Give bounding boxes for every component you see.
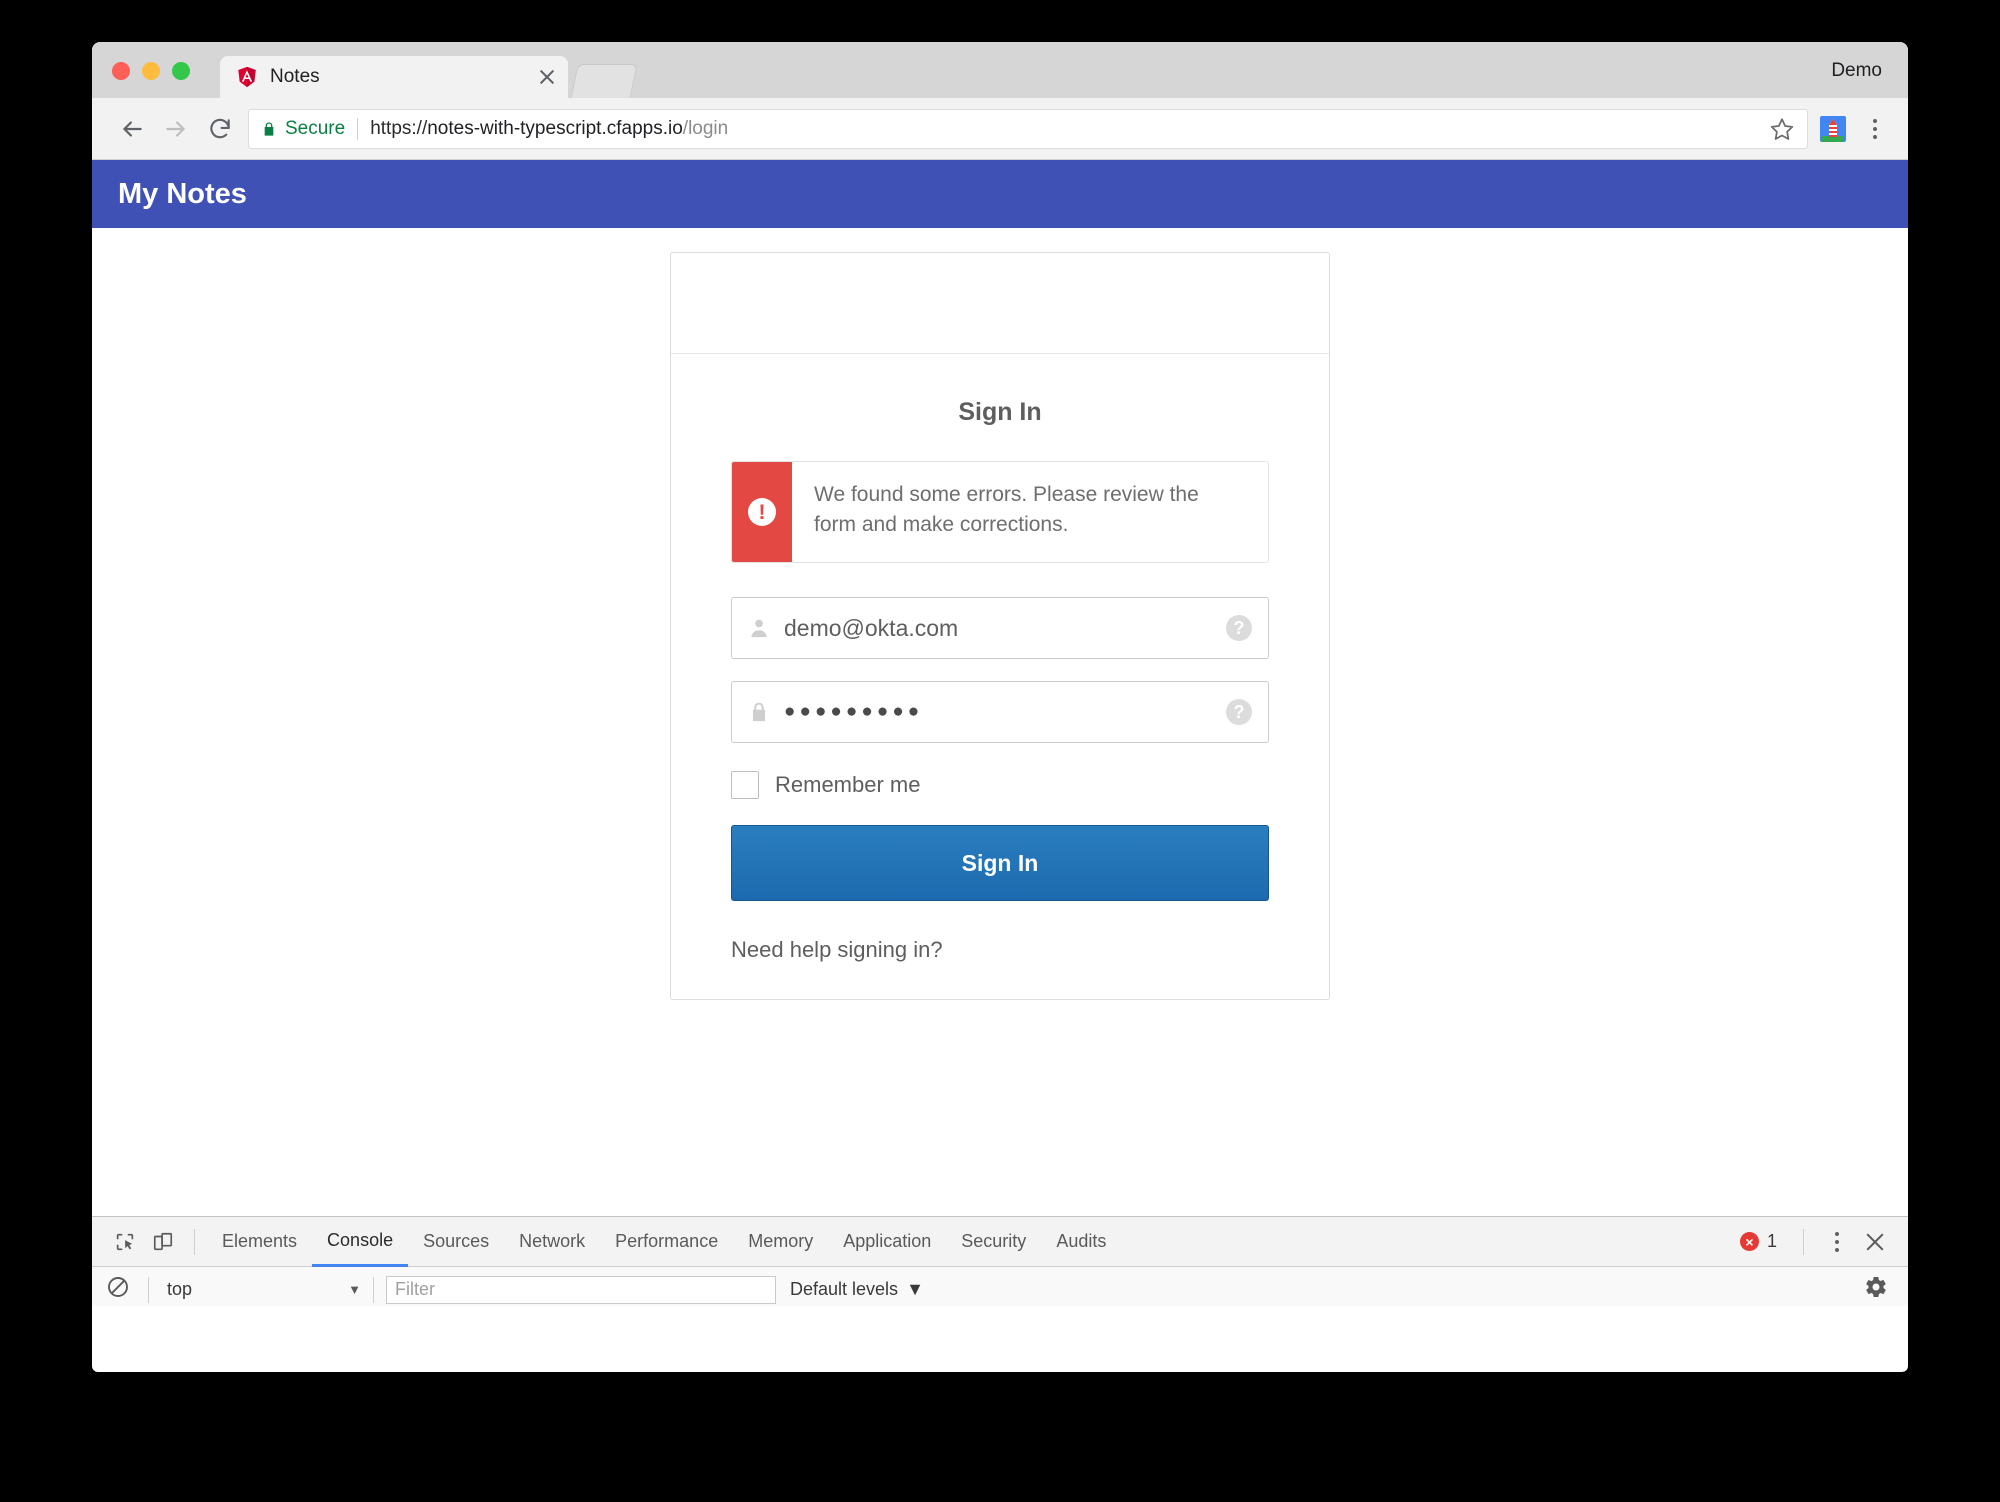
- tab-sources[interactable]: Sources: [408, 1217, 504, 1267]
- chevron-down-icon: ▼: [348, 1282, 361, 1297]
- console-filter-divider: [373, 1276, 374, 1303]
- tab-console[interactable]: Console: [312, 1217, 409, 1267]
- error-badge-count: 1: [1766, 1231, 1777, 1251]
- devtools-menu-icon[interactable]: [1822, 1225, 1852, 1259]
- address-bar[interactable]: Secure https://notes-with-typescript.cfa…: [248, 108, 1808, 149]
- okta-signin-widget: Sign In ! We found some errors. Please r…: [670, 252, 1330, 1000]
- console-toolbar-divider: [148, 1276, 149, 1303]
- signin-logo-area: [671, 253, 1329, 354]
- person-icon: [748, 616, 770, 640]
- url-scheme: https://: [370, 117, 428, 139]
- tab-network[interactable]: Network: [504, 1217, 600, 1267]
- url-host: notes-with-typescript.cfapps.io: [427, 117, 683, 139]
- error-exclamation-icon: !: [732, 462, 792, 562]
- password-field[interactable]: ●●●●●●●●● ?: [731, 681, 1269, 743]
- page-title: My Notes: [118, 177, 247, 210]
- window-close-button[interactable]: [112, 62, 130, 80]
- remember-me-label: Remember me: [775, 772, 921, 797]
- devtools-tabbar-actions: × 1: [1739, 1225, 1908, 1259]
- gear-icon[interactable]: [1864, 1275, 1894, 1305]
- console-filter-input[interactable]: Filter: [386, 1275, 776, 1304]
- devtools-actions-divider: [1803, 1228, 1804, 1255]
- new-tab-button[interactable]: [570, 64, 638, 99]
- username-value: demo@okta.com: [784, 614, 959, 641]
- forward-arrow-icon: [154, 107, 198, 151]
- window-maximize-button[interactable]: [172, 62, 190, 80]
- tab-audits[interactable]: Audits: [1041, 1217, 1121, 1267]
- tab-application[interactable]: Application: [828, 1217, 946, 1267]
- signin-heading: Sign In: [958, 398, 1042, 426]
- chrome-menu-icon[interactable]: [1860, 112, 1890, 146]
- remember-me-row[interactable]: Remember me: [731, 771, 1269, 799]
- secure-lock-icon: [261, 119, 277, 139]
- inspect-element-icon[interactable]: [106, 1223, 144, 1261]
- url-path: /login: [682, 117, 729, 139]
- console-levels-select[interactable]: Default levels ▼: [790, 1279, 924, 1300]
- devtools-tabbar: Elements Console Sources Network Perform…: [92, 1217, 1908, 1267]
- tab-memory[interactable]: Memory: [733, 1217, 828, 1267]
- page-content: Sign In ! We found some errors. Please r…: [92, 228, 1908, 1028]
- form-error-banner: ! We found some errors. Please review th…: [731, 461, 1269, 563]
- browser-tab-notes[interactable]: Notes: [220, 56, 568, 98]
- lighthouse-extension-icon[interactable]: [1820, 115, 1846, 142]
- tab-elements[interactable]: Elements: [207, 1217, 312, 1267]
- omnibox-divider: [357, 117, 359, 140]
- lock-icon: [748, 700, 770, 724]
- angular-logo-icon: [236, 66, 258, 88]
- tab-security[interactable]: Security: [946, 1217, 1041, 1267]
- tab-performance[interactable]: Performance: [600, 1217, 733, 1267]
- sign-in-button[interactable]: Sign In: [731, 825, 1269, 901]
- browser-tab-title: Notes: [270, 66, 320, 87]
- console-context-select[interactable]: top ▼: [161, 1279, 361, 1300]
- password-value: ●●●●●●●●●: [784, 701, 924, 722]
- browser-window: Notes Demo Secure https:// notes-with-ty…: [92, 42, 1908, 1372]
- console-levels-label: Default levels: [790, 1279, 899, 1299]
- reload-icon[interactable]: [198, 107, 242, 151]
- tab-close-icon[interactable]: [534, 64, 560, 90]
- console-context-value: top: [167, 1279, 193, 1299]
- secure-label: Secure: [285, 117, 346, 139]
- error-badge-icon: ×: [1739, 1232, 1759, 1251]
- back-arrow-icon[interactable]: [110, 107, 154, 151]
- screenshot-root: Notes Demo Secure https:// notes-with-ty…: [0, 0, 2000, 1502]
- levels-chevron-down-icon: ▼: [906, 1279, 924, 1299]
- app-header: My Notes: [92, 160, 1908, 228]
- form-error-text: We found some errors. Please review the …: [814, 483, 1199, 537]
- browser-toolbar: Secure https://notes-with-typescript.cfa…: [92, 98, 1908, 160]
- error-glyph: !: [748, 498, 776, 526]
- devtools-close-icon[interactable]: [1858, 1225, 1892, 1259]
- remember-me-checkbox[interactable]: [731, 771, 759, 799]
- clear-console-icon[interactable]: [106, 1275, 136, 1305]
- need-help-link[interactable]: Need help signing in?: [731, 937, 1269, 963]
- browser-profile-name[interactable]: Demo: [1831, 60, 1882, 82]
- devtools-divider: [194, 1228, 195, 1255]
- window-minimize-button[interactable]: [142, 62, 160, 80]
- window-traffic-lights: [112, 62, 190, 80]
- signin-form: Sign In ! We found some errors. Please r…: [671, 354, 1329, 999]
- browser-tabstrip: Notes Demo: [92, 42, 1908, 99]
- device-toolbar-icon[interactable]: [144, 1223, 182, 1261]
- page-viewport: My Notes Sign In ! We found some errors.…: [92, 160, 1908, 1306]
- devtools-panel: Elements Console Sources Network Perform…: [92, 1216, 1908, 1306]
- password-help-icon[interactable]: ?: [1226, 699, 1252, 725]
- bookmark-star-icon[interactable]: [1769, 116, 1795, 142]
- error-count-badge[interactable]: × 1: [1739, 1231, 1777, 1252]
- username-field[interactable]: demo@okta.com ?: [731, 597, 1269, 659]
- username-help-icon[interactable]: ?: [1226, 615, 1252, 641]
- console-toolbar: top ▼ Filter Default levels ▼: [92, 1267, 1908, 1306]
